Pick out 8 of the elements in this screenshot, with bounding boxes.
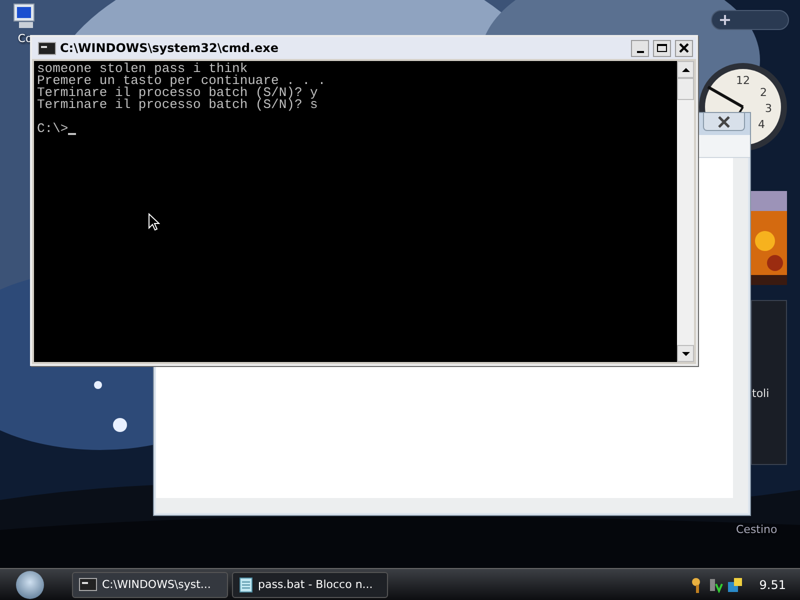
notepad-icon bbox=[239, 576, 253, 592]
start-button[interactable] bbox=[16, 570, 44, 598]
taskbar-clock[interactable]: 9.51 bbox=[759, 578, 786, 592]
taskbar-button[interactable]: pass.bat - Blocco n... bbox=[232, 572, 388, 598]
taskbar-button[interactable]: C:\WINDOWS\syst... bbox=[72, 572, 228, 598]
network-icon[interactable] bbox=[727, 576, 744, 592]
console-icon bbox=[79, 578, 97, 591]
tray-icon[interactable] bbox=[709, 576, 724, 592]
